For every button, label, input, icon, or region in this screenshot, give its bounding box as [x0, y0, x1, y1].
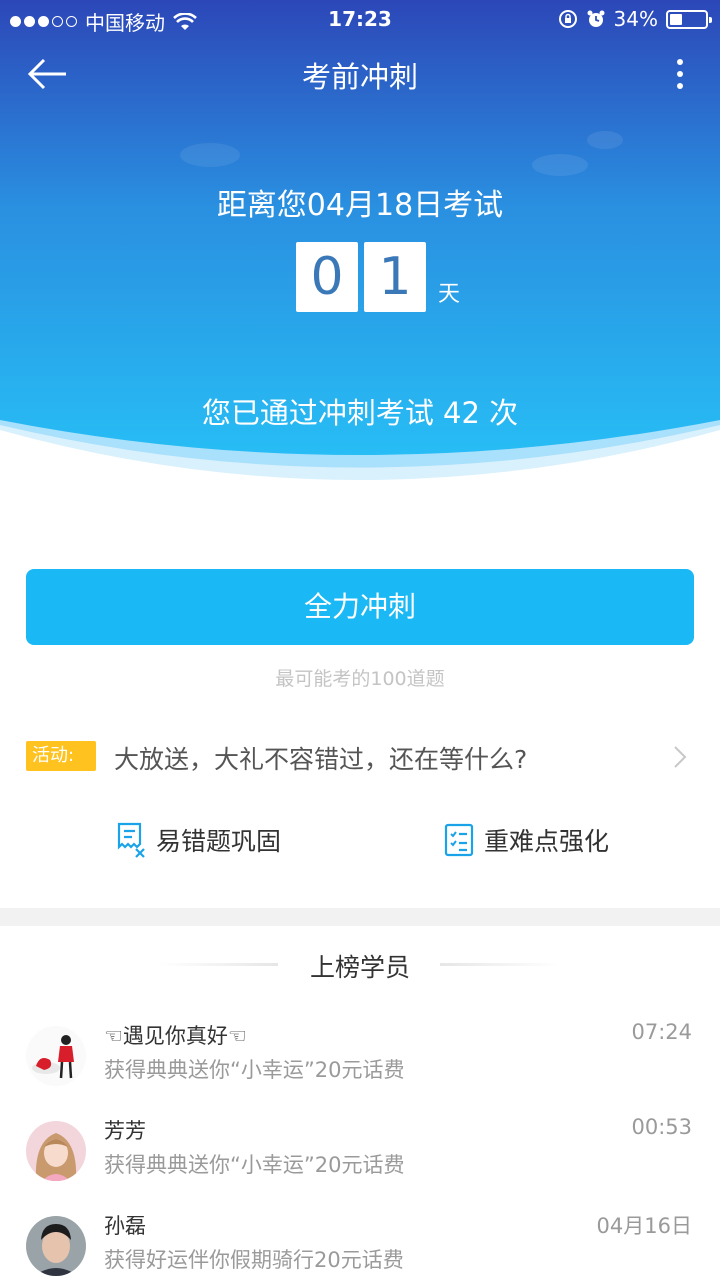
reward-text: 获得典典送你“小幸运”20元话费 — [104, 1153, 405, 1177]
title-decor-line — [440, 963, 560, 966]
checklist-icon — [444, 823, 474, 857]
reward-text: 获得好运伴你假期骑行20元话费 — [104, 1248, 404, 1272]
chevron-right-icon — [674, 746, 687, 768]
sprint-subtitle: 最可能考的100道题 — [275, 668, 445, 690]
battery-icon — [666, 9, 712, 29]
reward-time: 00:53 — [631, 1115, 692, 1139]
activity-text: 大放送，大礼不容错过，还在等什么? — [114, 745, 528, 774]
key-points-link[interactable]: 重难点强化 — [444, 818, 609, 862]
activity-banner[interactable]: 活动: 大放送，大礼不容错过，还在等什么? — [26, 738, 696, 778]
reward-time: 04月16日 — [596, 1214, 692, 1238]
hero-header: 中国移动 17:23 34% 考前冲刺 距离您04月18日考试 0 1 天 您已… — [0, 0, 720, 520]
ranking-header: 上榜学员 — [0, 944, 720, 984]
avatar — [26, 1216, 86, 1276]
ranking-row[interactable]: 孙磊 获得好运伴你假期骑行20元话费 04月16日 — [0, 1210, 720, 1280]
exam-date-text: 距离您04月18日考试 — [216, 188, 504, 223]
avatar — [26, 1121, 86, 1181]
sprint-button[interactable]: 全力冲刺 — [26, 569, 694, 645]
error-notes-icon — [117, 822, 145, 858]
reward-time: 07:24 — [631, 1020, 692, 1044]
countdown-digit: 0 — [296, 242, 358, 312]
more-menu-icon[interactable] — [670, 56, 690, 96]
passed-count-text: 您已通过冲刺考试 42 次 — [201, 396, 519, 430]
countdown-unit: 天 — [438, 282, 461, 307]
avatar — [26, 1026, 86, 1086]
countdown-digit: 1 — [364, 242, 426, 312]
nav-bar: 考前冲刺 — [0, 42, 720, 106]
section-divider — [0, 908, 720, 926]
status-bar: 中国移动 17:23 34% — [0, 0, 720, 38]
rotation-lock-icon — [558, 10, 577, 28]
student-name: 孙磊 — [104, 1214, 146, 1238]
error-review-link[interactable]: 易错题巩固 — [116, 818, 281, 862]
battery-percent: 34% — [613, 7, 658, 31]
activity-badge: 活动: — [26, 741, 96, 771]
reward-text: 获得典典送你“小幸运”20元话费 — [104, 1058, 405, 1082]
student-name: 芳芳 — [104, 1119, 146, 1143]
ranking-row[interactable]: ☜遇见你真好☜ 获得典典送你“小幸运”20元话费 07:24 — [0, 1020, 720, 1110]
alarm-icon — [587, 10, 605, 27]
student-name: ☜遇见你真好☜ — [104, 1024, 247, 1048]
key-points-label: 重难点强化 — [484, 827, 610, 856]
days-countdown: 0 1 天 — [296, 242, 460, 312]
ranking-title: 上榜学员 — [309, 953, 410, 982]
page-title: 考前冲刺 — [301, 60, 418, 94]
error-review-label: 易错题巩固 — [156, 827, 282, 856]
ranking-row[interactable]: 芳芳 获得典典送你“小幸运”20元话费 00:53 — [0, 1115, 720, 1205]
